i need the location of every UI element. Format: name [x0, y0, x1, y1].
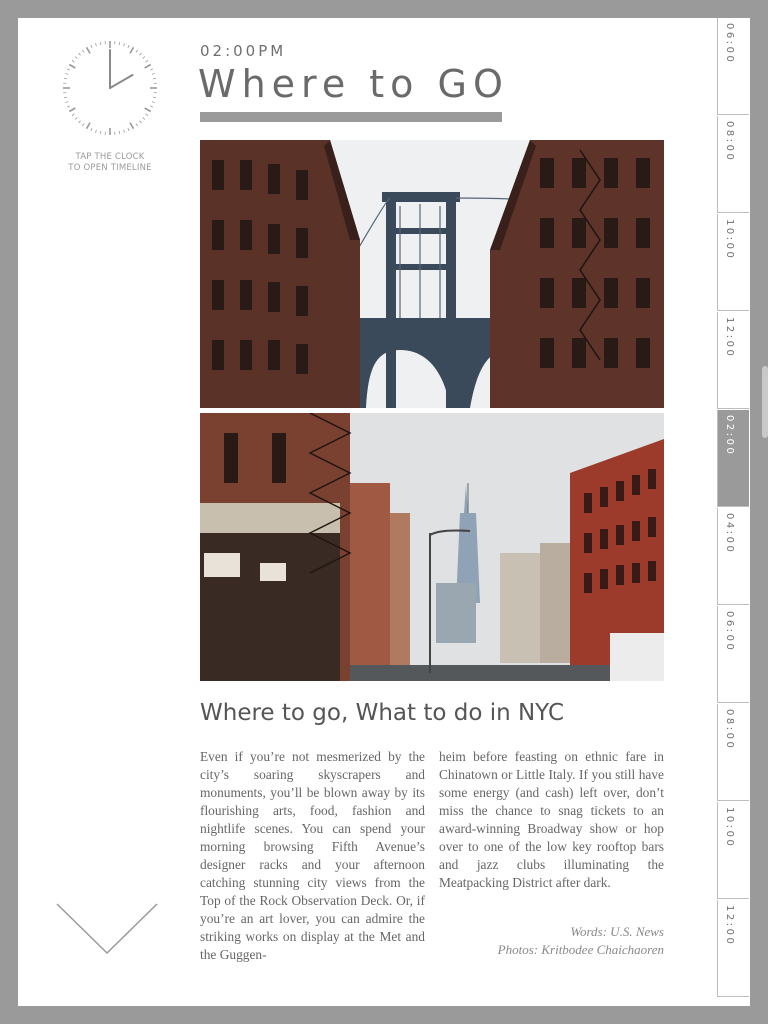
- timeline-slot[interactable]: 12:00: [717, 900, 749, 997]
- timeline-slot-label: 12:00: [724, 905, 735, 947]
- clock-tick: [150, 68, 154, 71]
- clock-tick: [71, 113, 75, 116]
- timeline-slot-label: 10:00: [724, 807, 735, 849]
- clock-tick: [66, 68, 70, 71]
- clock-tick: [135, 123, 138, 127]
- photo-world-trade-center-street: [200, 413, 664, 681]
- clock-tick: [90, 44, 93, 48]
- clock-tick: [129, 46, 135, 54]
- clock-hint-line1: TAP THE CLOCK: [75, 152, 145, 162]
- credit-words: Words: U.S. News: [570, 924, 664, 939]
- clock-tick: [82, 123, 85, 127]
- clock-tick: [65, 73, 69, 75]
- timeline-slot-label: 04:00: [724, 513, 735, 555]
- title-underline-bar: [200, 112, 502, 122]
- clock-tick: [95, 129, 97, 133]
- timeline-slot-label: 06:00: [724, 611, 735, 653]
- article-title: Where to go, What to do in NYC: [200, 700, 565, 726]
- timeline-slot[interactable]: 04:00: [717, 508, 749, 605]
- clock-tick: [63, 96, 68, 99]
- page-title: Where to GO: [198, 62, 509, 106]
- clock-tick: [135, 49, 138, 53]
- clock-hint: TAP THE CLOCK TO OPEN TIMELINE: [58, 152, 162, 174]
- clock-tick: [66, 105, 70, 108]
- timeline-slot[interactable]: 06:00: [717, 18, 749, 115]
- timeline-slot[interactable]: 02:00: [717, 410, 749, 507]
- clock-tick: [123, 129, 125, 133]
- timeline-slot-label: 06:00: [724, 23, 735, 65]
- article-credits: Words: U.S. News Photos: Kritbodee Chaic…: [439, 923, 664, 959]
- clock-tick: [139, 120, 142, 124]
- article-column-left: Even if you’re not mesmerized by the cit…: [200, 749, 425, 962]
- clock-tick: [152, 77, 157, 80]
- clock-tick: [85, 46, 91, 54]
- credit-photos: Photos: Kritbodee Chaichaoren: [497, 942, 664, 957]
- clock-tick: [82, 49, 85, 53]
- clock-tick: [151, 101, 155, 103]
- clock-tick: [68, 107, 76, 113]
- clock-tick: [78, 52, 81, 56]
- clock-tick: [145, 60, 149, 63]
- timeline-slot-label: 08:00: [724, 709, 735, 751]
- clock-tick: [71, 60, 75, 63]
- timeline-slot[interactable]: 08:00: [717, 116, 749, 213]
- timeline-slot[interactable]: 10:00: [717, 802, 749, 899]
- clock-tick: [99, 130, 102, 135]
- scroll-handle[interactable]: [762, 366, 768, 438]
- clock-tick: [129, 122, 135, 130]
- clock-tick: [127, 128, 130, 132]
- clock-tick: [63, 77, 68, 80]
- clock-tick: [78, 120, 81, 124]
- current-time: 02:00PM: [200, 42, 287, 60]
- clock-tick: [139, 52, 142, 56]
- clock-tick: [152, 96, 157, 99]
- clock-tick: [123, 43, 125, 47]
- timeline-slot-label: 02:00: [724, 415, 735, 457]
- chevron-down-icon[interactable]: [56, 902, 158, 956]
- timeline-slot[interactable]: 08:00: [717, 704, 749, 801]
- clock-tick: [90, 128, 93, 132]
- clock-tick: [99, 41, 102, 46]
- clock-tick: [144, 107, 152, 113]
- clock-tick: [127, 44, 130, 48]
- page: TAP THE CLOCK TO OPEN TIMELINE 02:00PM W…: [18, 18, 750, 1006]
- clock-tick: [142, 117, 146, 120]
- photo-manhattan-bridge: [200, 140, 664, 408]
- timeline-slot[interactable]: 10:00: [717, 214, 749, 311]
- article-column-right: heim before feasting on ethnic fare in C…: [439, 749, 664, 890]
- timeline-slot[interactable]: 06:00: [717, 606, 749, 703]
- timeline-sidebar: 06:00 08:00 10:00 12:00 02:00 04:00 06:0…: [717, 18, 750, 1006]
- timeline-slot-label: 10:00: [724, 219, 735, 261]
- clock-tick: [85, 122, 91, 130]
- clock-tick: [118, 41, 121, 46]
- clock-tick: [74, 56, 78, 59]
- timeline-slot[interactable]: 12:00: [717, 312, 749, 409]
- clock-tick: [144, 63, 152, 69]
- clock-tick: [150, 105, 154, 108]
- clock-hint-line2: TO OPEN TIMELINE: [68, 163, 152, 173]
- clock-tick: [118, 130, 121, 135]
- clock-tick: [65, 101, 69, 103]
- timeline-slot-label: 08:00: [724, 121, 735, 163]
- clock-tick: [145, 113, 149, 116]
- clock-tick: [142, 56, 146, 59]
- clock-tick: [74, 117, 78, 120]
- clock-tick: [68, 63, 76, 69]
- clock-icon[interactable]: [62, 40, 158, 136]
- clock-tick: [151, 73, 155, 75]
- timeline-slot-label: 12:00: [724, 317, 735, 359]
- clock-tick: [95, 43, 97, 47]
